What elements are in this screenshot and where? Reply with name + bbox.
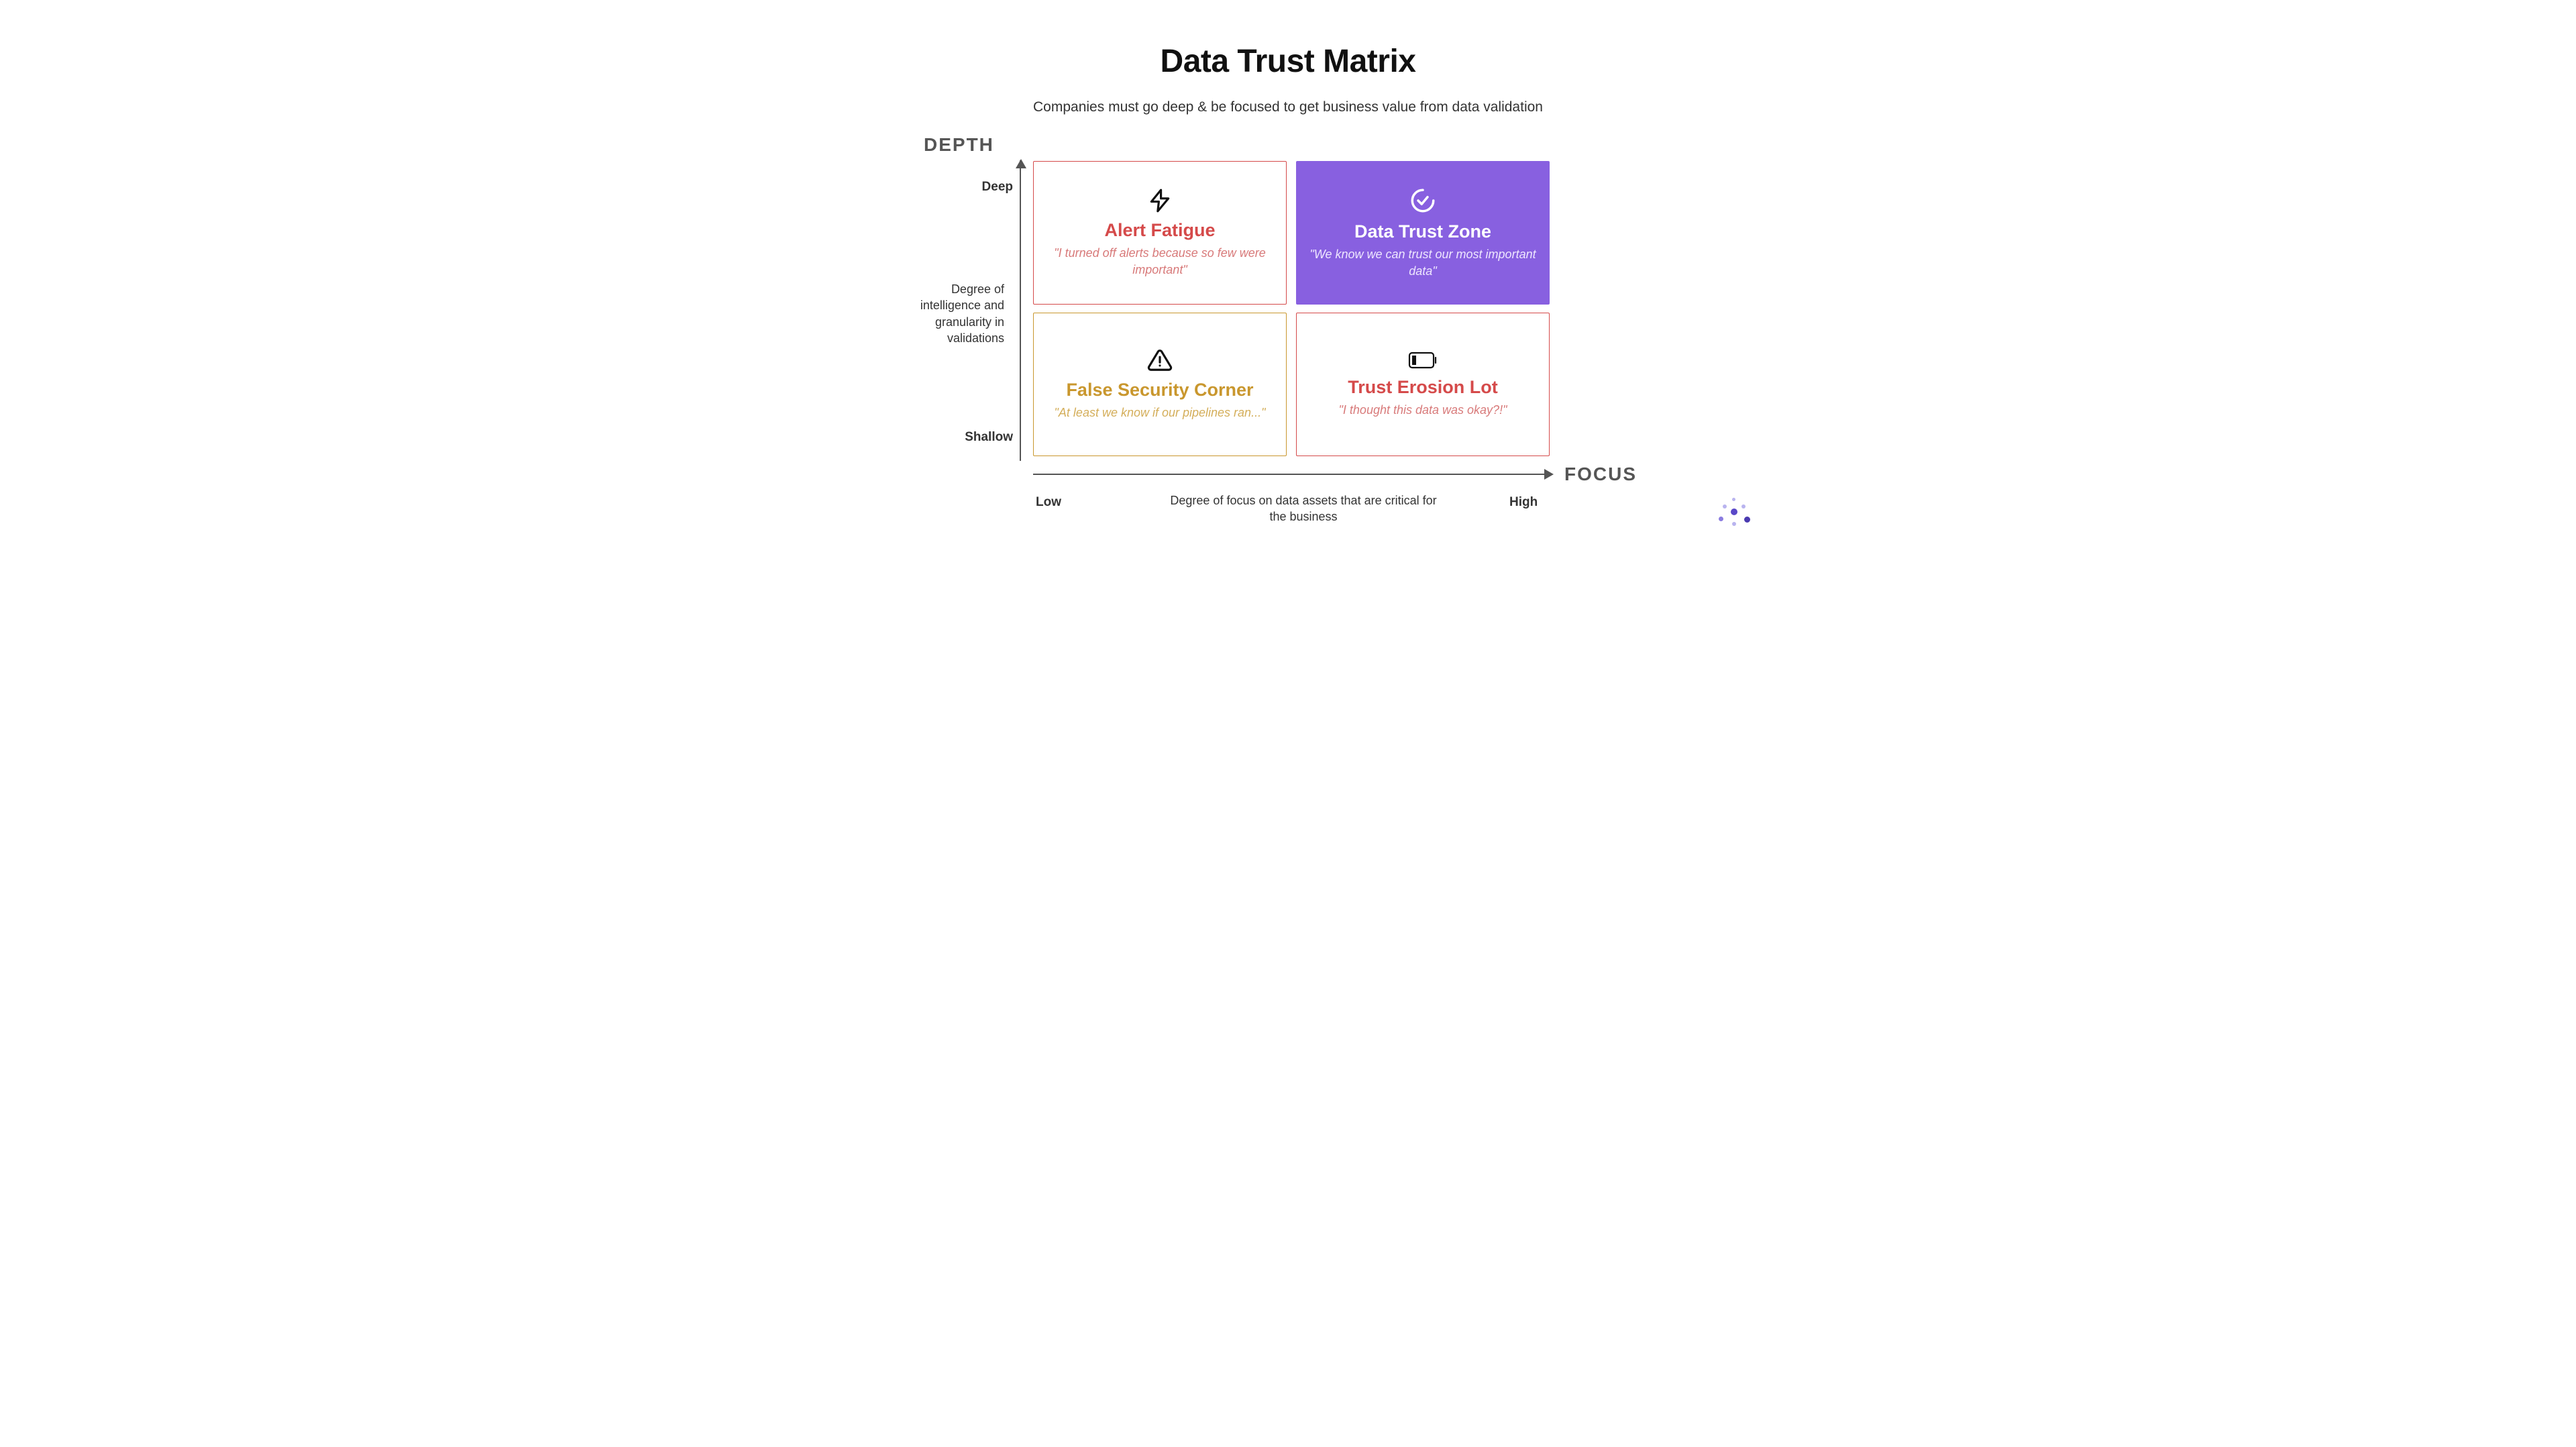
quadrant-heading: Alert Fatigue — [1104, 220, 1215, 241]
quadrant-false-security: False Security Corner "At least we know … — [1033, 313, 1287, 456]
quadrant-trust-erosion: Trust Erosion Lot "I thought this data w… — [1296, 313, 1550, 456]
x-axis-description: Degree of focus on data assets that are … — [1169, 492, 1438, 525]
quadrant-heading: False Security Corner — [1066, 380, 1253, 400]
x-axis-title: FOCUS — [1564, 464, 1637, 485]
quadrant-heading: Trust Erosion Lot — [1348, 377, 1498, 398]
check-circle-icon — [1409, 186, 1437, 215]
y-axis-title: DEPTH — [924, 134, 994, 156]
x-axis-tick-high: High — [1509, 495, 1538, 510]
y-axis-description: Degree of intelligence and granularity i… — [897, 281, 1004, 346]
warning-triangle-icon — [1147, 347, 1173, 373]
battery-low-icon — [1408, 350, 1438, 370]
x-axis-tick-low: Low — [1036, 495, 1061, 510]
lightning-icon — [1147, 188, 1173, 213]
quadrant-data-trust-zone: Data Trust Zone "We know we can trust ou… — [1296, 161, 1550, 305]
quadrant-quote: "I turned off alerts because so few were… — [1046, 245, 1274, 278]
brand-logo — [1715, 496, 1755, 530]
y-axis-tick-shallow: Shallow — [965, 430, 1013, 445]
x-axis-arrow — [1033, 474, 1552, 475]
quadrant-quote: "I thought this data was okay?!" — [1339, 402, 1507, 418]
page-subtitle: Companies must go deep & be focused to g… — [805, 99, 1771, 115]
quadrant-quote: "We know we can trust our most important… — [1309, 246, 1537, 279]
slide-canvas: Data Trust Matrix Companies must go deep… — [805, 0, 1771, 543]
quadrant-alert-fatigue: Alert Fatigue "I turned off alerts becau… — [1033, 161, 1287, 305]
page-title: Data Trust Matrix — [805, 43, 1771, 80]
quadrant-quote: "At least we know if our pipelines ran..… — [1055, 405, 1266, 421]
y-axis-arrow — [1020, 160, 1021, 461]
matrix-grid: Alert Fatigue "I turned off alerts becau… — [1033, 161, 1550, 456]
y-axis-tick-deep: Deep — [982, 180, 1013, 195]
quadrant-heading: Data Trust Zone — [1354, 221, 1491, 242]
